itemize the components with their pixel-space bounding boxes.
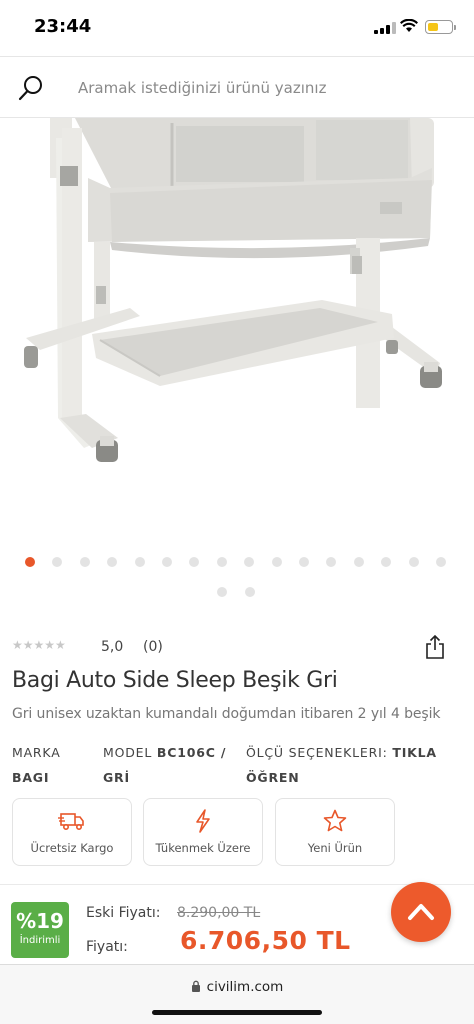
gallery-dot[interactable] xyxy=(25,557,35,567)
brand-info: MARKA BAGI xyxy=(12,740,61,790)
brand-value[interactable]: BAGI xyxy=(12,765,61,790)
url-bar[interactable]: civilim.com xyxy=(0,979,474,995)
product-title: Bagi Auto Side Sleep Beşik Gri xyxy=(12,668,338,693)
search-icon[interactable] xyxy=(18,75,44,101)
brand-label: MARKA xyxy=(12,745,61,760)
search-bar xyxy=(0,56,474,118)
badge-label: Yeni Ürün xyxy=(307,841,363,855)
gallery-dot[interactable] xyxy=(299,557,309,567)
gallery-dot[interactable] xyxy=(271,557,282,567)
gallery-dot[interactable] xyxy=(381,557,392,567)
size-label: ÖLÇÜ SEÇENEKLERI: xyxy=(246,745,388,760)
badge-label: Tükenmek Üzere xyxy=(155,841,251,855)
gallery-dot[interactable] xyxy=(244,557,255,567)
gallery-dot[interactable] xyxy=(245,587,255,597)
status-bar: 23:44 xyxy=(0,0,474,54)
gallery-dot[interactable] xyxy=(217,587,227,597)
crib-image xyxy=(24,118,442,462)
rating-value: 5,0 xyxy=(101,639,124,655)
gallery-dot[interactable] xyxy=(107,557,118,567)
gallery-dot[interactable] xyxy=(189,557,200,567)
home-indicator xyxy=(152,1010,322,1015)
rating-count[interactable]: (0) xyxy=(143,639,163,655)
size-link-2[interactable]: ÖĞREN xyxy=(246,770,300,785)
divider xyxy=(0,884,474,885)
discount-percent: %19 xyxy=(16,909,64,933)
search-input[interactable] xyxy=(78,71,458,105)
model-info: MODEL BC106C / GRİ xyxy=(103,740,226,790)
model-value: BC106C / xyxy=(156,745,227,760)
gallery-dot[interactable] xyxy=(162,557,172,567)
discount-label: İndirimli xyxy=(19,935,61,946)
star-icon xyxy=(323,809,347,832)
gallery-dot[interactable] xyxy=(408,557,419,567)
chevron-up-icon xyxy=(408,904,434,920)
price-label: Fiyatı: xyxy=(86,939,128,955)
old-price-label: Eski Fiyatı: xyxy=(86,905,161,921)
price: 6.706,50 TL xyxy=(180,926,351,955)
lock-icon xyxy=(191,980,200,992)
badge-free-shipping: Ücretsiz Kargo xyxy=(12,798,132,866)
truck-icon xyxy=(58,813,84,831)
status-time: 23:44 xyxy=(34,16,92,37)
gallery-dot[interactable] xyxy=(353,557,364,567)
gallery-dot[interactable] xyxy=(52,557,63,567)
badge-label: Ücretsiz Kargo xyxy=(30,841,114,855)
wifi-icon xyxy=(400,19,418,32)
battery-icon xyxy=(425,20,456,34)
rating-row: ★★★★★ 5,0 (0) xyxy=(12,638,452,658)
rating-stars: ★★★★★ xyxy=(12,638,66,652)
gallery-dot[interactable] xyxy=(216,557,227,567)
cellular-signal-icon xyxy=(374,22,396,34)
scroll-to-top-button[interactable] xyxy=(391,882,451,942)
model-value-2: GRİ xyxy=(103,770,130,785)
size-link[interactable]: TIKLA xyxy=(392,745,437,760)
badge-new-product: Yeni Ürün xyxy=(275,798,395,866)
product-subtitle: Gri unisex uzaktan kumandalı doğumdan it… xyxy=(12,706,441,722)
size-info[interactable]: ÖLÇÜ SEÇENEKLERI: TIKLA ÖĞREN xyxy=(246,740,437,790)
badge-low-stock: Tükenmek Üzere xyxy=(143,798,263,866)
gallery-dot[interactable] xyxy=(326,557,337,567)
model-label: MODEL xyxy=(103,745,153,760)
share-icon[interactable] xyxy=(424,634,446,660)
browser-bar: civilim.com xyxy=(0,964,474,1024)
product-image[interactable] xyxy=(0,118,474,538)
old-price: 8.290,00 TL xyxy=(177,905,261,921)
url-text: civilim.com xyxy=(206,979,284,995)
gallery-dot[interactable] xyxy=(134,557,145,567)
gallery-dot[interactable] xyxy=(436,557,446,567)
discount-badge: %19 İndirimli xyxy=(11,902,69,958)
gallery-dot[interactable] xyxy=(79,557,90,567)
lightning-icon xyxy=(196,809,210,833)
